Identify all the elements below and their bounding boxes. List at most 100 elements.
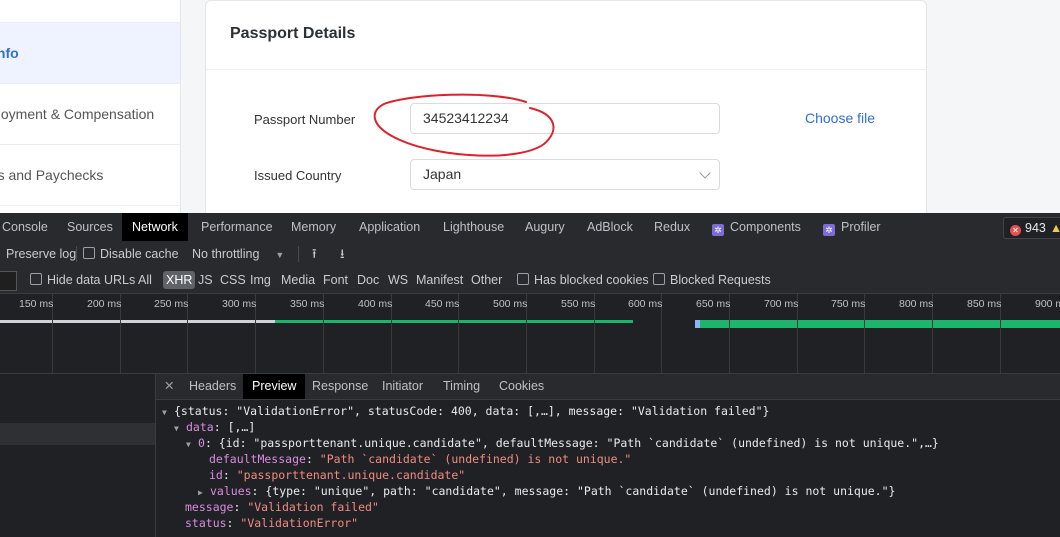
sidebar-item-label: Accounts and Paychecks [0,167,104,183]
warning-icon: ▲ [1049,221,1060,235]
close-icon[interactable]: ✕ [164,374,174,399]
export-har-icon[interactable]: ⭳ [340,241,345,267]
timeline-bar [275,320,633,323]
devtools-panel: Console Sources Network Performance Memo… [0,213,1060,537]
timeline-tick-label: 850 ms [967,298,1002,310]
filter-other[interactable]: Other [471,267,502,293]
tab-response[interactable]: Response [312,374,368,399]
timeline-tick-label: 350 ms [290,298,325,310]
json-id: id: "passporttenant.unique.candidate" [209,468,466,482]
network-toolbar: Preserve log Disable cache No throttling… [0,241,1060,268]
request-row[interactable] [0,402,155,423]
tab-profiler[interactable]: ✲ Profiler [823,213,881,241]
filter-ws[interactable]: WS [388,267,408,293]
timeline-bar [695,320,700,328]
timeline-tick-label: 300 ms [222,298,257,310]
has-blocked-cookies-checkbox[interactable]: Has blocked cookies [517,267,649,293]
timeline-tick-label: 150 ms [19,298,54,310]
filter-js[interactable]: JS [198,267,213,293]
json-default-message: defaultMessage: "Path `candidate` (undef… [209,452,632,466]
filter-input[interactable] [0,271,17,291]
tab-performance[interactable]: Performance [201,213,273,241]
devtools-tabbar: Console Sources Network Performance Memo… [0,213,1060,242]
tab-console[interactable]: Console [2,213,48,241]
issued-country-value: Japan [423,166,462,182]
timeline-tick-label: 500 ms [493,298,528,310]
caret-down-icon: ▼ [275,250,285,260]
issued-country-label: Issued Country [254,168,342,183]
throttling-select[interactable]: No throttling ▼ [192,241,284,267]
timeline-tick-label: 400 ms [358,298,393,310]
card-title: Passport Details [230,25,356,42]
tab-initiator[interactable]: Initiator [382,374,423,399]
timeline-tick-label: 700 ms [764,298,799,310]
disable-cache-checkbox[interactable]: Disable cache [83,241,179,267]
timeline-tick-label: 600 ms [628,298,663,310]
request-list [0,374,156,537]
request-row[interactable] [0,444,155,466]
checkbox-icon [653,273,665,285]
filter-media[interactable]: Media [281,267,315,293]
filter-manifest[interactable]: Manifest [416,267,463,293]
request-row-selected[interactable] [0,423,155,444]
sidebar-item-label: Employment & Compensation [0,106,155,122]
tab-cookies[interactable]: Cookies [499,374,544,399]
filter-doc[interactable]: Doc [357,267,379,293]
filter-xhr[interactable]: XHR [163,271,196,289]
sidebar-item-accounts[interactable]: Accounts and Paychecks [0,145,180,206]
tab-application[interactable]: Application [359,213,420,241]
import-har-icon[interactable]: ⭱ [312,241,317,267]
tab-memory[interactable]: Memory [291,213,336,241]
filter-bar: Hide data URLs All XHR JS CSS Img Media … [0,267,1060,294]
tab-lighthouse[interactable]: Lighthouse [443,213,504,241]
puzzle-icon: ✲ [712,224,724,236]
json-data-node[interactable]: ▼ data: [,…] [174,419,255,435]
filter-css[interactable]: CSS [220,267,246,293]
timeline-bar [0,320,275,323]
checkbox-icon [517,273,529,285]
passport-details-card: Passport Details Passport Number 3452341… [205,0,927,213]
json-message: message: "Validation failed" [185,500,379,514]
checkbox-icon [30,273,42,285]
filter-all[interactable]: All [138,267,152,293]
timeline-tick-label: 450 ms [425,298,460,310]
chevron-down-icon [699,167,711,179]
expanded-triangle-icon: ▼ [162,408,167,417]
timeline-tick-label: 800 ms [899,298,934,310]
timeline-tick-label: 250 ms [154,298,189,310]
tab-sources[interactable]: Sources [67,213,113,241]
expanded-triangle-icon: ▼ [186,440,191,449]
blocked-requests-checkbox[interactable]: Blocked Requests [653,267,771,293]
timeline-tick-label: 650 ms [696,298,731,310]
passport-number-label: Passport Number [254,112,356,127]
error-icon: ✕ [1010,225,1021,236]
tab-adblock[interactable]: AdBlock [587,213,633,241]
timeline-tick-label: 750 ms [831,298,866,310]
filter-img[interactable]: Img [250,267,271,293]
json-root[interactable]: ▼ {status: "ValidationError", statusCode:… [162,403,769,419]
sidebar-item-general-info[interactable]: General Info [0,23,180,84]
error-count-badge[interactable]: ✕ 943 ▲ [1003,217,1060,239]
request-detail-tabs: ✕ Headers Preview Response Initiator Tim… [156,374,1060,400]
json-item-0[interactable]: ▼ 0: {id: "passporttenant.unique.candidat… [186,435,939,451]
network-timeline[interactable]: 150 ms 200 ms 250 ms 300 ms 350 ms 400 ms 450 … [0,294,1060,374]
timeline-tick-label: 200 ms [87,298,122,310]
filter-font[interactable]: Font [323,267,348,293]
app-area: General Info Employment & Compensation A… [0,0,1060,213]
tab-components[interactable]: ✲ Components [712,213,801,241]
tab-redux[interactable]: Redux [654,213,690,241]
puzzle-icon: ✲ [823,224,835,236]
tab-augury[interactable]: Augury [525,213,565,241]
json-values-node[interactable]: ▶ values: {type: "unique", path: "candida… [198,483,895,499]
timeline-tick-label: 550 ms [561,298,596,310]
network-details: ✕ Headers Preview Response Initiator Tim… [0,374,1060,537]
sidebar-item-employment[interactable]: Employment & Compensation [0,84,180,145]
tab-timing[interactable]: Timing [443,374,480,399]
choose-file-link[interactable]: Choose file [805,110,875,126]
preserve-log-checkbox[interactable]: Preserve log [6,241,76,267]
tab-network[interactable]: Network [122,213,188,241]
tab-preview[interactable]: Preview [243,374,306,399]
tab-headers[interactable]: Headers [189,374,236,399]
hide-data-urls-checkbox[interactable]: Hide data URLs [30,267,135,293]
expanded-triangle-icon: ▼ [174,424,179,433]
